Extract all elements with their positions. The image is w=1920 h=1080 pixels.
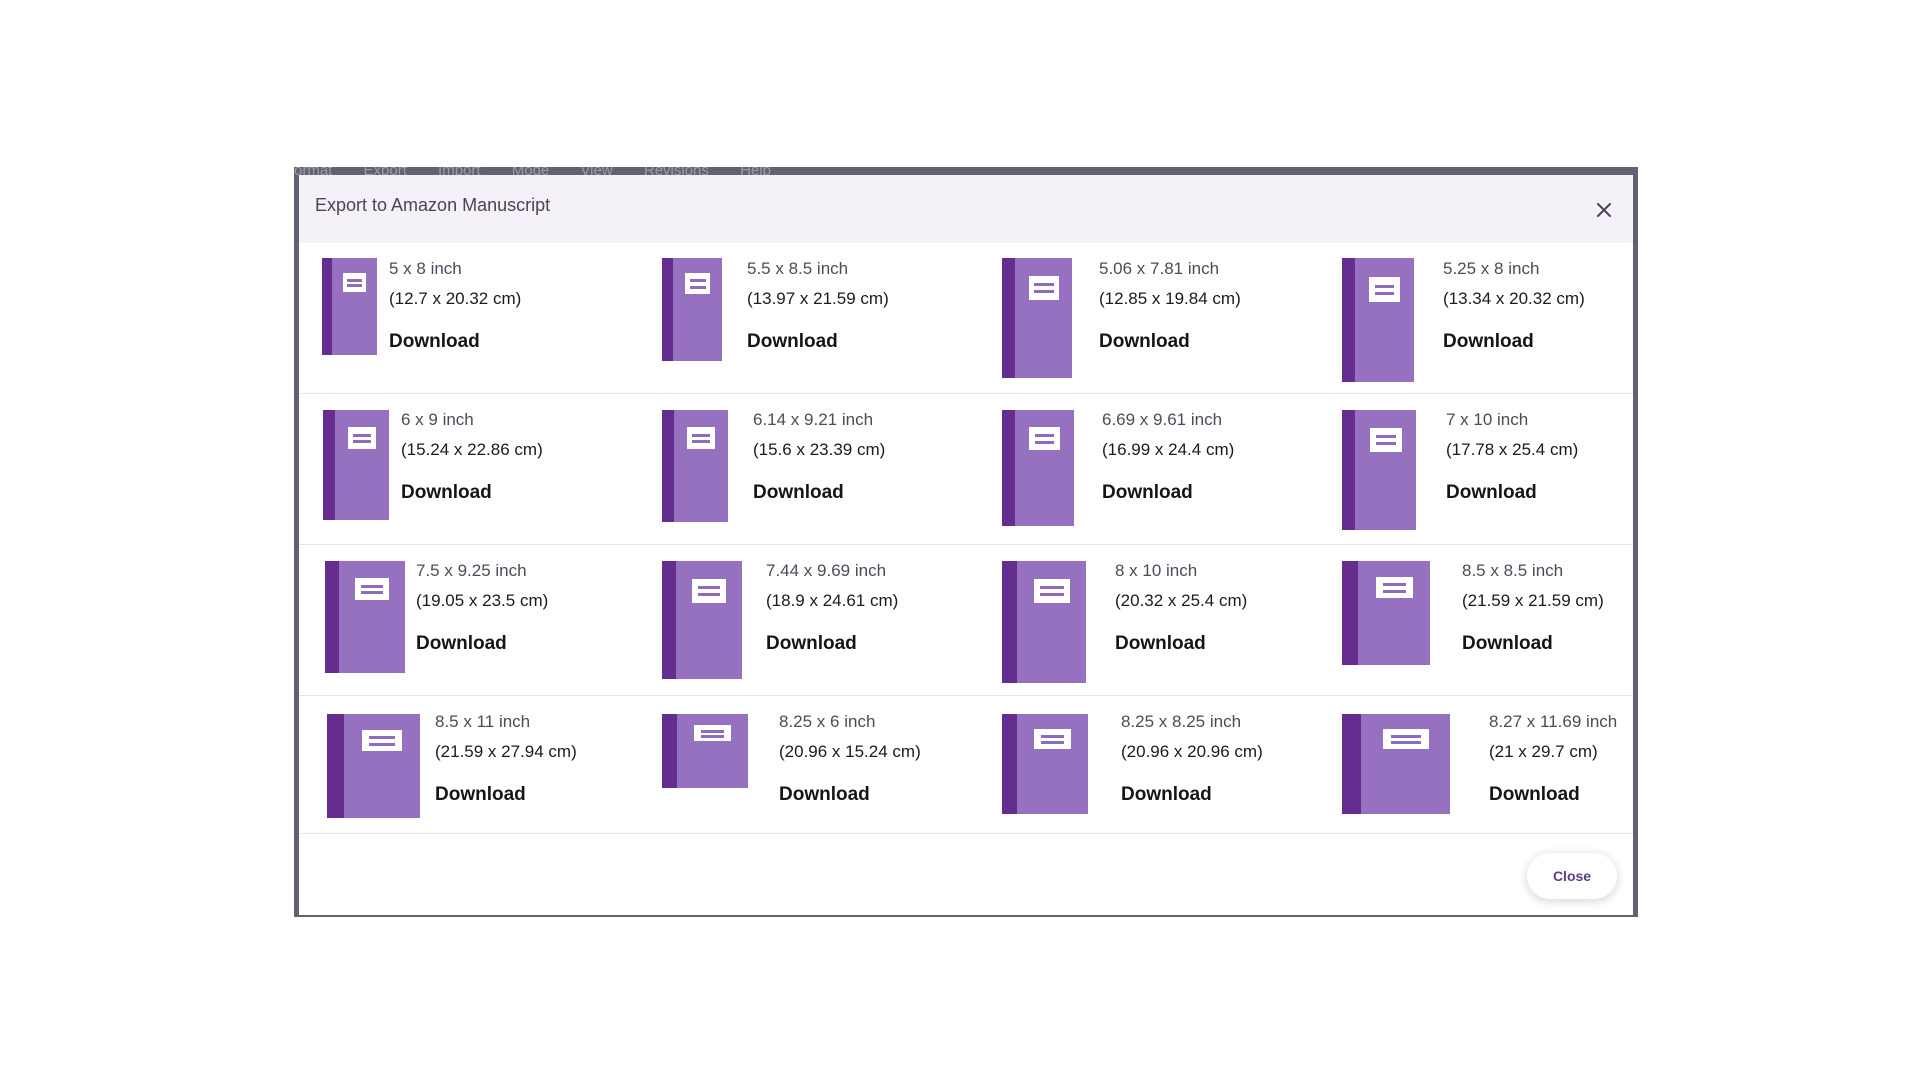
size-option: 5.25 x 8 inch (13.34 x 20.32 cm) Download — [1342, 243, 1633, 393]
book-icon — [662, 561, 742, 679]
size-centimeters: (12.7 x 20.32 cm) — [389, 289, 522, 308]
size-inches: 8 x 10 inch — [1115, 561, 1198, 580]
book-icon — [662, 714, 748, 788]
size-centimeters: (20.96 x 15.24 cm) — [779, 742, 921, 761]
download-button[interactable]: Download — [1099, 331, 1190, 353]
book-icon — [1002, 258, 1072, 378]
book-icon — [1342, 714, 1450, 814]
menu-item-view: View — [580, 167, 612, 175]
background-menu-bar: ormat Export Import Mode View Revisions … — [294, 167, 1638, 175]
size-option: 8.27 x 11.69 inch (21 x 29.7 cm) Download — [1342, 696, 1633, 833]
size-centimeters: (21 x 29.7 cm) — [1489, 742, 1598, 761]
close-button[interactable]: Close — [1527, 853, 1617, 899]
dialog-title: Export to Amazon Manuscript — [315, 195, 551, 215]
download-button[interactable]: Download — [1443, 331, 1534, 353]
book-icon — [662, 258, 722, 361]
size-inches: 5.25 x 8 inch — [1443, 259, 1540, 278]
book-icon — [325, 561, 405, 673]
size-inches: 8.5 x 11 inch — [435, 712, 531, 731]
size-option: 5.5 x 8.5 inch (13.97 x 21.59 cm) Download — [662, 243, 992, 393]
book-icon — [323, 410, 389, 520]
book-icon — [327, 714, 420, 818]
size-inches: 7 x 10 inch — [1446, 410, 1529, 429]
size-row: 8.5 x 11 inch (21.59 x 27.94 cm) Download 8… — [299, 696, 1633, 834]
menu-item-revisions: Revisions — [644, 167, 709, 175]
download-button[interactable]: Download — [1489, 784, 1580, 806]
book-icon — [322, 258, 377, 355]
size-centimeters: (20.96 x 20.96 cm) — [1121, 742, 1263, 761]
size-inches: 7.44 x 9.69 inch — [766, 561, 887, 580]
size-inches: 6 x 9 inch — [401, 410, 474, 429]
book-icon — [1342, 561, 1430, 665]
size-centimeters: (15.24 x 22.86 cm) — [401, 440, 543, 459]
download-button[interactable]: Download — [1462, 633, 1553, 655]
size-option: 6 x 9 inch (15.24 x 22.86 cm) Download — [299, 394, 639, 544]
size-centimeters: (19.05 x 23.5 cm) — [416, 591, 549, 610]
download-button[interactable]: Download — [1121, 784, 1212, 806]
close-icon[interactable] — [1593, 199, 1615, 221]
size-inches: 8.27 x 11.69 inch — [1489, 712, 1618, 731]
download-button[interactable]: Download — [416, 633, 507, 655]
size-inches: 7.5 x 9.25 inch — [416, 561, 527, 580]
book-icon — [1342, 410, 1416, 530]
size-inches: 6.14 x 9.21 inch — [753, 410, 874, 429]
size-option: 8.25 x 6 inch (20.96 x 15.24 cm) Download — [662, 696, 992, 833]
size-inches: 5.06 x 7.81 inch — [1099, 259, 1220, 278]
download-button[interactable]: Download — [779, 784, 870, 806]
size-row: 7.5 x 9.25 inch (19.05 x 23.5 cm) Download… — [299, 545, 1633, 696]
book-icon — [1342, 258, 1414, 382]
menu-item-import: Import — [438, 167, 481, 175]
size-option: 8.25 x 8.25 inch (20.96 x 20.96 cm) Downlo… — [1002, 696, 1332, 833]
size-centimeters: (12.85 x 19.84 cm) — [1099, 289, 1241, 308]
download-button[interactable]: Download — [766, 633, 857, 655]
size-inches: 5 x 8 inch — [389, 259, 462, 278]
size-row: 5 x 8 inch (12.7 x 20.32 cm) Download 5.5 x… — [299, 243, 1633, 394]
download-button[interactable]: Download — [401, 482, 492, 504]
size-centimeters: (13.34 x 20.32 cm) — [1443, 289, 1585, 308]
download-button[interactable]: Download — [1102, 482, 1193, 504]
size-inches: 6.69 x 9.61 inch — [1102, 410, 1223, 429]
download-button[interactable]: Download — [747, 331, 838, 353]
book-icon — [662, 410, 728, 522]
size-grid: 5 x 8 inch (12.7 x 20.32 cm) Download 5.5 x… — [299, 243, 1633, 834]
size-inches: 8.25 x 8.25 inch — [1121, 712, 1242, 731]
size-option: 7.5 x 9.25 inch (19.05 x 23.5 cm) Download — [299, 545, 639, 695]
book-icon — [1002, 410, 1074, 526]
size-option: 6.69 x 9.61 inch (16.99 x 24.4 cm) Downloa… — [1002, 394, 1332, 544]
size-inches: 8.5 x 8.5 inch — [1462, 561, 1564, 580]
size-option: 8.5 x 11 inch (21.59 x 27.94 cm) Download — [299, 696, 639, 833]
book-icon — [1002, 714, 1088, 814]
size-option: 8 x 10 inch (20.32 x 25.4 cm) Download — [1002, 545, 1332, 695]
download-button[interactable]: Download — [1446, 482, 1537, 504]
download-button[interactable]: Download — [1115, 633, 1206, 655]
size-option: 7 x 10 inch (17.78 x 25.4 cm) Download — [1342, 394, 1633, 544]
size-centimeters: (20.32 x 25.4 cm) — [1115, 591, 1248, 610]
download-button[interactable]: Download — [435, 784, 526, 806]
export-dialog: Export to Amazon Manuscript 5 x 8 inch (1… — [299, 175, 1633, 915]
download-button[interactable]: Download — [389, 331, 480, 353]
size-centimeters: (18.9 x 24.61 cm) — [766, 591, 899, 610]
size-centimeters: (21.59 x 27.94 cm) — [435, 742, 577, 761]
menu-item-help: Help — [740, 167, 771, 175]
size-inches: 8.25 x 6 inch — [779, 712, 876, 731]
size-option: 6.14 x 9.21 inch (15.6 x 23.39 cm) Downloa… — [662, 394, 992, 544]
size-centimeters: (17.78 x 25.4 cm) — [1446, 440, 1579, 459]
menu-item-format: ormat — [294, 167, 332, 175]
size-centimeters: (21.59 x 21.59 cm) — [1462, 591, 1604, 610]
size-option: 8.5 x 8.5 inch (21.59 x 21.59 cm) Download — [1342, 545, 1633, 695]
size-option: 5.06 x 7.81 inch (12.85 x 19.84 cm) Downlo… — [1002, 243, 1332, 393]
size-inches: 5.5 x 8.5 inch — [747, 259, 849, 278]
size-centimeters: (15.6 x 23.39 cm) — [753, 440, 886, 459]
size-centimeters: (13.97 x 21.59 cm) — [747, 289, 889, 308]
menu-item-export: Export — [364, 167, 407, 175]
size-centimeters: (16.99 x 24.4 cm) — [1102, 440, 1235, 459]
dialog-header: Export to Amazon Manuscript — [299, 175, 1633, 243]
menu-item-mode: Mode — [512, 167, 550, 175]
book-icon — [1002, 561, 1086, 683]
size-row: 6 x 9 inch (15.24 x 22.86 cm) Download 6.14… — [299, 394, 1633, 545]
size-option: 7.44 x 9.69 inch (18.9 x 24.61 cm) Downloa… — [662, 545, 992, 695]
download-button[interactable]: Download — [753, 482, 844, 504]
size-option: 5 x 8 inch (12.7 x 20.32 cm) Download — [299, 243, 639, 393]
